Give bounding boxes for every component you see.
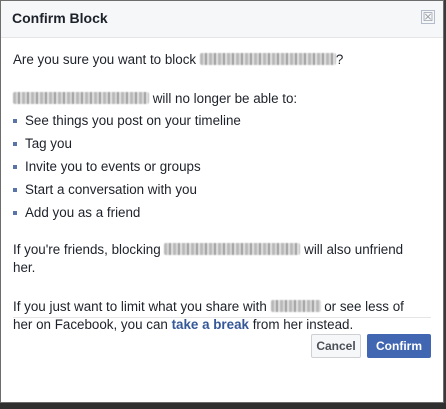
lead-suffix: will no longer be able to:	[149, 91, 298, 106]
redacted-name	[13, 92, 149, 104]
list-item-label: Tag you	[25, 136, 72, 151]
list-item: Add you as a friend	[13, 204, 241, 227]
background-strip	[0, 403, 446, 409]
bullet-icon	[13, 211, 17, 215]
restrictions-list: See things you post on your timeline Tag…	[13, 112, 241, 227]
question-suffix: ?	[335, 52, 344, 67]
limit-prefix: If you just want to limit what you share…	[13, 299, 271, 314]
list-item: Invite you to events or groups	[13, 158, 241, 181]
limit-suffix: from her instead.	[248, 317, 354, 332]
redacted-name	[164, 243, 301, 255]
list-item-label: Invite you to events or groups	[25, 159, 201, 174]
bullet-icon	[13, 188, 17, 192]
cancel-button[interactable]: Cancel	[311, 334, 361, 358]
bullet-icon	[13, 165, 17, 169]
redacted-name	[270, 300, 321, 312]
list-item-label: See things you post on your timeline	[25, 113, 241, 128]
list-item: Start a conversation with you	[13, 181, 241, 204]
list-item: Tag you	[13, 135, 241, 158]
dialog-header: Confirm Block ☒	[1, 1, 443, 38]
list-item-label: Start a conversation with you	[25, 182, 197, 197]
friends-prefix: If you're friends, blocking	[13, 242, 165, 257]
list-item-label: Add you as a friend	[25, 205, 141, 220]
confirm-block-dialog: Confirm Block ☒ Are you sure you want to…	[0, 0, 444, 403]
redacted-name	[199, 53, 336, 65]
dialog-footer: Cancel Confirm	[13, 317, 431, 358]
block-question: Are you sure you want to block ?	[13, 51, 343, 69]
confirm-button[interactable]: Confirm	[367, 334, 431, 358]
close-icon[interactable]: ☒	[421, 10, 435, 24]
bullet-icon	[13, 119, 17, 123]
take-a-break-link[interactable]: take a break	[172, 317, 249, 332]
restrictions-lead: will no longer be able to:	[13, 90, 297, 108]
dialog-title: Confirm Block	[12, 10, 108, 26]
limit-note: If you just want to limit what you share…	[13, 298, 423, 334]
bullet-icon	[13, 142, 17, 146]
list-item: See things you post on your timeline	[13, 112, 241, 135]
friends-note: If you're friends, blocking will also un…	[13, 241, 423, 277]
question-prefix: Are you sure you want to block	[13, 52, 200, 67]
